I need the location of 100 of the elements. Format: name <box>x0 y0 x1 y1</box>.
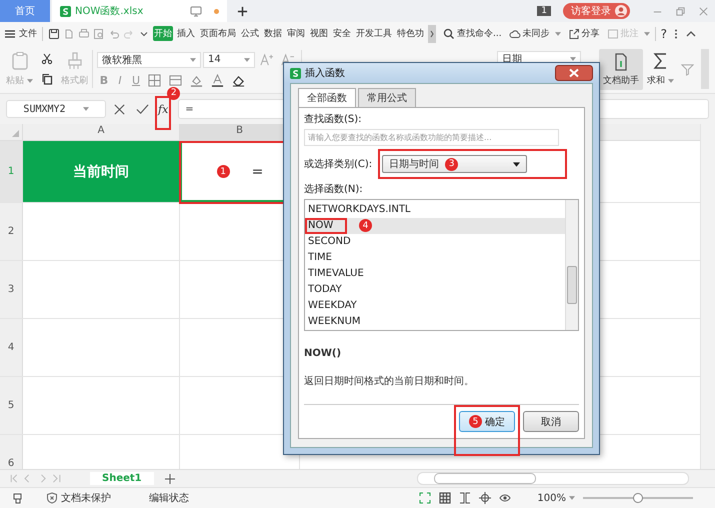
highlight-frame <box>305 218 347 234</box>
fill-color-icon[interactable] <box>190 74 203 86</box>
row-header[interactable]: 3 <box>0 261 23 318</box>
filter-icon[interactable] <box>681 62 694 76</box>
unsaved-dot <box>214 8 219 14</box>
print-icon[interactable] <box>78 28 90 40</box>
reading-layout-icon[interactable] <box>479 492 492 504</box>
dialog-tab[interactable]: 常用公式 <box>358 88 416 107</box>
ribbon-tab[interactable]: 页面布局 <box>199 26 237 41</box>
ribbon-tab[interactable]: 安全 <box>332 26 352 41</box>
caret-icon <box>190 58 196 62</box>
protection-status[interactable]: 文档未保护 <box>46 491 111 505</box>
function-list-label: 选择函数(N): <box>304 182 364 196</box>
caret-icon <box>82 107 89 111</box>
scroll-right-icon[interactable] <box>428 24 436 42</box>
spreadsheet-icon <box>290 68 301 78</box>
vertical-scrollbar[interactable] <box>700 124 715 469</box>
zoom-slider-thumb[interactable] <box>633 493 643 503</box>
function-item[interactable]: TODAY <box>305 282 565 298</box>
fullscreen-icon[interactable] <box>419 492 432 504</box>
add-sheet-icon[interactable] <box>164 472 176 484</box>
list-scrollbar[interactable] <box>565 200 578 330</box>
ribbon-tab[interactable]: 公式 <box>240 26 260 41</box>
preview-icon[interactable] <box>93 28 105 40</box>
horizontal-scrollbar[interactable] <box>417 472 689 485</box>
cut-icon[interactable] <box>41 53 53 65</box>
undo-icon[interactable] <box>108 28 120 40</box>
zoom-level[interactable]: 100% <box>537 492 575 504</box>
step-marker: 4 <box>359 219 372 232</box>
font-family-select[interactable]: 微软雅黑 <box>97 52 201 68</box>
function-signature: NOW() <box>304 348 342 359</box>
cancel-button[interactable]: 取消 <box>523 411 579 432</box>
monitor-icon[interactable] <box>190 5 202 17</box>
ribbon-tab[interactable]: 视图 <box>309 26 329 41</box>
caret-icon <box>554 32 561 36</box>
save-icon[interactable] <box>48 28 60 40</box>
function-item[interactable]: NETWORKDAYS.INTL <box>305 202 565 218</box>
file-menu[interactable]: 文件 <box>4 27 37 40</box>
sync-button[interactable]: 未同步 <box>508 27 561 40</box>
new-tab-icon[interactable] <box>237 6 248 16</box>
function-item[interactable]: SECOND <box>305 234 565 250</box>
document-assistant-button[interactable]: 文档助手 <box>599 48 643 90</box>
font-color-icon[interactable] <box>211 74 224 86</box>
increase-font-icon[interactable] <box>260 53 273 66</box>
help-button[interactable]: ? <box>660 26 667 40</box>
eye-icon[interactable] <box>499 492 512 504</box>
clipboard-icon <box>10 51 30 71</box>
eraser-icon[interactable] <box>232 74 245 86</box>
share-icon <box>568 28 580 40</box>
decrease-font-icon[interactable] <box>281 53 294 66</box>
merge-cells-icon[interactable] <box>169 74 182 86</box>
normal-view-icon[interactable] <box>439 492 452 504</box>
menu-icon <box>4 28 16 40</box>
close-icon[interactable] <box>555 65 593 81</box>
cancel-icon[interactable] <box>113 102 126 116</box>
page-break-icon[interactable] <box>459 492 472 504</box>
category-select[interactable]: 日期与时间 3 <box>382 155 527 173</box>
ok-button[interactable]: 5 确定 <box>459 411 515 432</box>
font-size-select[interactable]: 14 <box>203 52 255 68</box>
comment-icon <box>606 28 619 40</box>
page-count: 1 <box>537 6 551 16</box>
ribbon-tab[interactable]: 开发工具 <box>355 26 393 41</box>
avatar-icon <box>615 5 627 17</box>
step-marker: 1 <box>216 165 230 178</box>
printer-icon[interactable] <box>12 492 24 504</box>
ribbon-tab[interactable]: 插入 <box>176 26 196 41</box>
row-header[interactable]: 6 <box>0 435 23 469</box>
ribbon-tab[interactable]: 数据 <box>263 26 283 41</box>
caret-icon <box>644 32 650 36</box>
edit-mode-status: 编辑状态 <box>149 492 189 505</box>
search-icon <box>443 28 455 40</box>
function-item[interactable]: WEEKDAY <box>305 298 565 314</box>
caret-icon <box>668 78 674 82</box>
confirm-icon[interactable] <box>136 102 149 116</box>
copy-icon[interactable] <box>41 73 53 85</box>
category-label: 或选择类别(C): <box>304 158 372 171</box>
borders-icon[interactable] <box>148 74 161 86</box>
ribbon-tab[interactable]: 特色功 <box>396 26 425 41</box>
sum-button[interactable]: 求和 <box>647 51 674 87</box>
row-header[interactable]: 5 <box>0 377 23 434</box>
row-header[interactable]: 2 <box>0 203 23 260</box>
restore-icon[interactable] <box>675 6 686 16</box>
function-item[interactable]: TIMEVALUE <box>305 266 565 282</box>
row-header[interactable]: 4 <box>0 319 23 376</box>
insert-function-button[interactable]: fx <box>158 102 168 116</box>
dialog-tab[interactable]: 全部函数 <box>298 88 356 107</box>
function-item[interactable]: TIME <box>305 250 565 266</box>
function-item[interactable]: WEEKNUM <box>305 314 565 330</box>
caret-icon <box>569 496 575 500</box>
ribbon-tab[interactable]: 审阅 <box>286 26 306 41</box>
spreadsheet-icon <box>60 6 71 16</box>
function-item[interactable]: NOW 4 <box>305 218 565 234</box>
share-button[interactable]: 分享 <box>568 27 600 40</box>
command-search[interactable]: 查找命令... <box>443 27 502 40</box>
search-label: 查找函数(S): <box>304 112 363 126</box>
login-button[interactable]: 访客登录 <box>563 3 630 19</box>
caret-icon <box>27 78 33 82</box>
name-box[interactable]: SUMXMY2 <box>6 100 106 118</box>
caret-icon <box>244 58 250 62</box>
function-search-field[interactable]: 请输入您要查找的函数名称或函数功能的简要描述... <box>304 129 559 146</box>
